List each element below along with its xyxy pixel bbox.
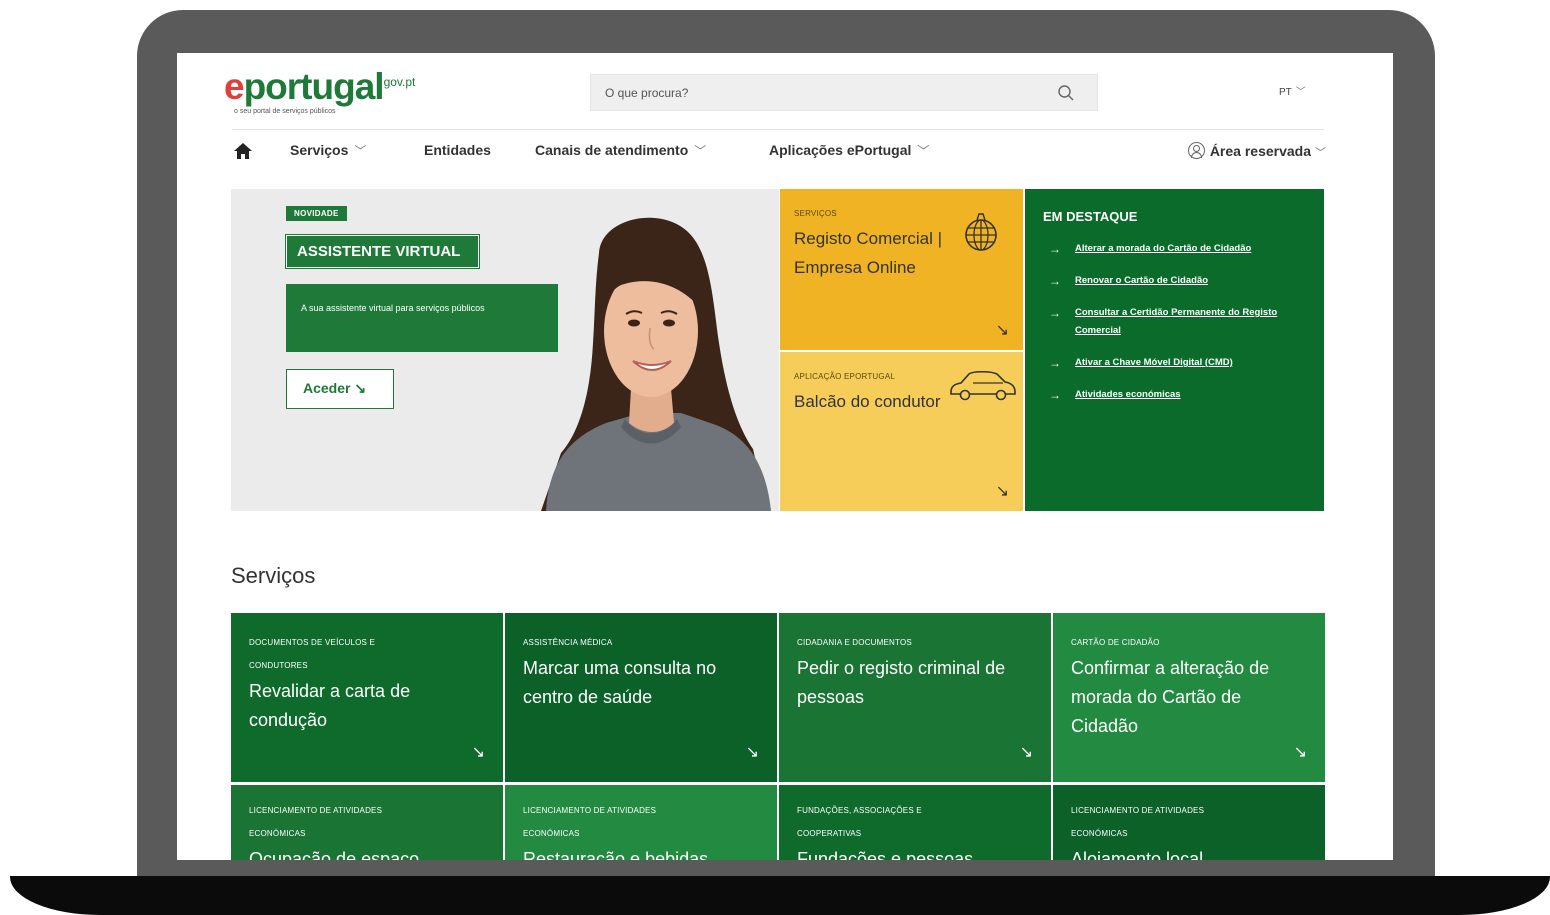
service-title: Confirmar a alteração de morada do Cartã… <box>1071 658 1270 736</box>
highlights-panel: EM DESTAQUE → Alterar a morada do Cartão … <box>1025 189 1324 511</box>
search-icon[interactable] <box>1057 84 1075 102</box>
arrow-right-icon: → <box>1049 388 1061 402</box>
search-bar <box>590 74 1098 111</box>
service-category: LICENCIAMENTO DE ATIVIDADES ECONÓMICAS <box>523 806 657 838</box>
arrow-down-right-icon: ↘ <box>745 744 759 761</box>
nav-item-label: Aplicações ePortugal <box>769 142 912 158</box>
arrow-right-icon: → <box>1049 274 1061 288</box>
news-badge: NOVIDADE <box>286 206 347 221</box>
nav-item-label: Serviços <box>290 142 349 158</box>
chevron-down-icon: ﹀ <box>694 144 707 158</box>
highlight-link[interactable]: → Renovar o Cartão de Cidadão <box>1043 272 1283 290</box>
hero-title: ASSISTENTE VIRTUAL <box>285 234 480 269</box>
service-category: ASSISTÊNCIA MÉDICA <box>523 638 613 647</box>
chevron-down-icon: ﹀ <box>1315 147 1326 159</box>
nav-item-entidades[interactable]: Entidades <box>424 142 491 158</box>
service-tile[interactable]: LICENCIAMENTO DE ATIVIDADES ECONÓMICAS A… <box>1053 785 1325 860</box>
nav-item-servicos[interactable]: Serviços ﹀ <box>290 142 366 159</box>
logo-tagline: o seu portal de serviços públicos <box>234 108 336 115</box>
logo-domain: gov.pt <box>383 75 416 89</box>
service-title: Pedir o registo criminal de pessoas <box>797 658 1006 707</box>
arrow-right-icon: → <box>1049 356 1061 370</box>
globe-icon <box>965 213 997 251</box>
nav-item-canais[interactable]: Canais de atendimento ﹀ <box>535 142 706 159</box>
service-tile[interactable]: LICENCIAMENTO DE ATIVIDADES ECONÓMICAS R… <box>505 785 777 860</box>
arrow-down-right-icon: ↘ <box>1019 744 1033 761</box>
service-tile[interactable]: ASSISTÊNCIA MÉDICA Marcar uma consulta n… <box>505 613 777 782</box>
service-tile[interactable]: CIDADANIA E DOCUMENTOS Pedir o registo c… <box>779 613 1051 782</box>
browser-screen: eportugalgov.pt o seu portal de serviços… <box>177 53 1393 860</box>
card-title: Balcão do condutor <box>794 392 941 411</box>
service-tile[interactable]: CARTÃO DE CIDADÃO Confirmar a alteração … <box>1053 613 1325 782</box>
reserved-area-link[interactable]: Área reservada ﹀ <box>1187 142 1326 160</box>
arrow-down-right-icon: ↘ <box>995 322 1009 339</box>
eportugal-logo[interactable]: eportugalgov.pt o seu portal de serviços… <box>224 67 444 121</box>
service-category: CIDADANIA E DOCUMENTOS <box>797 638 912 647</box>
logo-name: portugal <box>243 66 385 107</box>
arrow-down-right-icon: ↘ <box>995 483 1009 500</box>
hero-banner: NOVIDADE ASSISTENTE VIRTUAL A sua assist… <box>231 189 779 511</box>
service-title: Restauração e bebidas <box>523 849 709 860</box>
service-title: Revalidar a carta de condução <box>249 681 411 730</box>
highlight-link[interactable]: → Atividades económicas <box>1043 386 1283 404</box>
chevron-down-icon: ﹀ <box>917 144 930 158</box>
reserved-area-label: Área reservada <box>1209 143 1311 159</box>
service-tile[interactable]: FUNDAÇÕES, ASSOCIAÇÕES E COOPERATIVAS Fu… <box>779 785 1051 860</box>
service-title: Ocupação de espaço <box>249 849 420 860</box>
service-category: FUNDAÇÕES, ASSOCIAÇÕES E COOPERATIVAS <box>797 806 922 838</box>
search-input[interactable] <box>605 75 1045 110</box>
service-category: CARTÃO DE CIDADÃO <box>1071 638 1160 647</box>
service-category: DOCUMENTOS DE VEÍCULOS E CONDUTORES <box>249 638 376 670</box>
card-title: Registo Comercial | Empresa Online <box>794 229 943 277</box>
card-balcao-condutor[interactable]: APLICAÇÃO EPORTUGAL Balcão do condutor ↘ <box>780 352 1023 511</box>
highlight-link-label: Consultar a Certidão Permanente do Regis… <box>1075 307 1278 336</box>
service-category: LICENCIAMENTO DE ATIVIDADES ECONÓMICAS <box>249 806 383 838</box>
highlight-link-label: Alterar a morada do Cartão de Cidadão <box>1075 243 1252 254</box>
highlight-link[interactable]: → Alterar a morada do Cartão de Cidadão <box>1043 240 1283 258</box>
service-category: LICENCIAMENTO DE ATIVIDADES ECONÓMICAS <box>1071 806 1205 838</box>
service-title: Marcar uma consulta no centro de saúde <box>523 658 717 707</box>
arrow-down-right-icon: ↘ <box>471 744 485 761</box>
highlights-title: EM DESTAQUE <box>1043 209 1138 224</box>
nav-item-label: Canais de atendimento <box>535 142 689 158</box>
highlight-link[interactable]: → Consultar a Certidão Permanente do Regi… <box>1043 304 1283 340</box>
language-label: PT <box>1279 87 1292 98</box>
chevron-down-icon: ﹀ <box>354 144 367 158</box>
highlight-link[interactable]: → Ativar a Chave Móvel Digital (CMD) <box>1043 354 1283 372</box>
arrow-right-icon: → <box>1049 242 1061 256</box>
hero-description: A sua assistente virtual para serviços p… <box>286 284 558 352</box>
services-heading: Serviços <box>231 563 316 588</box>
home-icon[interactable] <box>232 140 254 162</box>
language-selector[interactable]: PT ﹀ <box>1279 83 1306 98</box>
service-title: Fundações e pessoas <box>797 849 974 860</box>
service-tile[interactable]: LICENCIAMENTO DE ATIVIDADES ECONÓMICAS O… <box>231 785 503 860</box>
service-title: Alojamento local <box>1071 849 1204 860</box>
car-icon <box>950 370 1016 401</box>
nav-item-label: Entidades <box>424 142 491 158</box>
access-button[interactable]: Aceder ↘ <box>286 369 394 409</box>
laptop-base <box>10 876 1550 915</box>
main-nav: Serviços ﹀ Entidades Canais de atendiment… <box>232 136 1326 166</box>
service-tile[interactable]: DOCUMENTOS DE VEÍCULOS E CONDUTORES Reva… <box>231 613 503 782</box>
logo-e-letter: e <box>224 66 245 107</box>
header-divider <box>232 129 1324 130</box>
assistant-portrait-image <box>541 217 771 511</box>
highlight-link-label: Atividades económicas <box>1075 389 1181 400</box>
nav-item-aplicacoes[interactable]: Aplicações ePortugal ﹀ <box>769 142 929 159</box>
arrow-right-icon: → <box>1049 306 1061 320</box>
highlight-link-label: Ativar a Chave Móvel Digital (CMD) <box>1075 357 1233 368</box>
user-icon <box>1187 142 1205 159</box>
arrow-down-right-icon: ↘ <box>1293 744 1307 761</box>
card-registo-comercial[interactable]: SERVIÇOS Registo Comercial | Empresa Onl… <box>780 189 1023 350</box>
highlight-link-label: Renovar o Cartão de Cidadão <box>1075 275 1209 286</box>
chevron-down-icon: ﹀ <box>1295 87 1306 98</box>
